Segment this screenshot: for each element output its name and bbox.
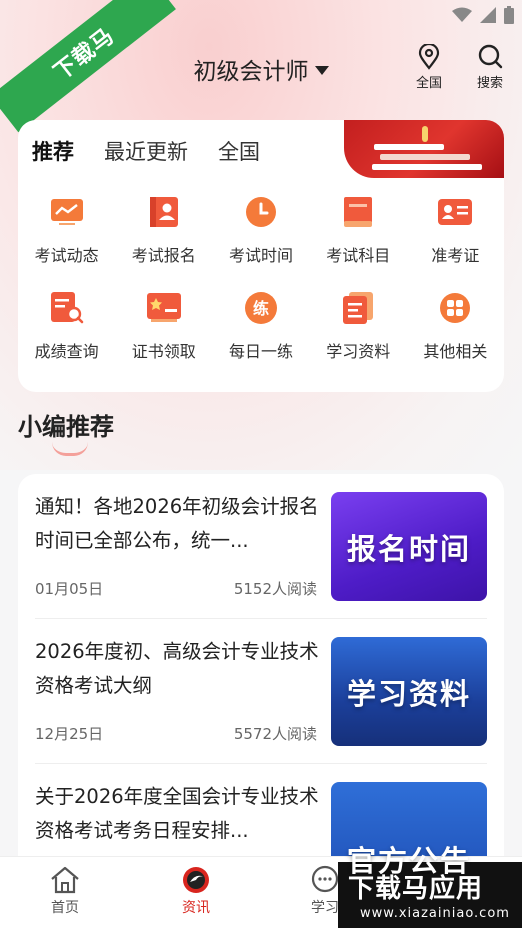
tab-recommend[interactable]: 推荐 — [32, 136, 74, 166]
grid-item-certificate[interactable]: 证书领取 — [115, 288, 212, 362]
news-read-count: 5152人阅读 — [233, 580, 317, 598]
news-title: 通知！各地2026年初级会计报名时间已全部公布，统一... — [35, 495, 319, 552]
signal-icon — [480, 7, 496, 27]
news-eye-icon — [183, 867, 209, 893]
trend-chart-icon — [47, 192, 87, 232]
list-item[interactable]: 2026年度初、高级会计专业技术资格考试大纲 12月25日 5572人阅读 学习… — [18, 619, 504, 763]
page-title: 初级会计师 — [193, 59, 309, 85]
certificate-icon — [144, 288, 184, 328]
grid-item-exam-subjects[interactable]: 考试科目 — [310, 192, 407, 266]
grid-item-exam-registration[interactable]: 考试报名 — [115, 192, 212, 266]
grid-apps-icon — [435, 288, 475, 328]
news-title: 2026年度初、高级会计专业技术资格考试大纲 — [35, 640, 319, 697]
tab-recent-updates[interactable]: 最近更新 — [104, 136, 188, 166]
home-icon — [51, 866, 79, 894]
news-read-count: 5572人阅读 — [233, 725, 317, 743]
app-screen: 客服 下载马 初级会计师 全国 搜索 推荐 最近更新 全国 — [0, 0, 522, 928]
banner-image — [344, 120, 504, 178]
grid-item-admission-ticket[interactable]: 准考证 — [407, 192, 504, 266]
region-label: 全国 — [415, 76, 442, 91]
news-thumbnail: 学习资料 — [331, 637, 487, 746]
clock-icon — [241, 192, 281, 232]
score-search-icon — [47, 288, 87, 328]
location-pin-icon — [418, 44, 440, 70]
news-thumbnail: 官方公告 — [331, 782, 487, 874]
id-card-icon — [435, 192, 475, 232]
category-grid: 考试动态 考试报名 考试时间 考试科目 准考证 成绩查询 证书领取 练 每日一练… — [18, 192, 504, 362]
category-card: 推荐 最近更新 全国 考试动态 考试报名 考试时间 考试科目 准考证 成绩查询 … — [18, 120, 504, 392]
grid-item-other[interactable]: 其他相关 — [407, 288, 504, 362]
news-date: 01月05日 — [35, 580, 104, 598]
grid-item-score-query[interactable]: 成绩查询 — [18, 288, 115, 362]
nav-news[interactable]: 资讯 — [156, 865, 236, 917]
nav-home[interactable]: 首页 — [25, 865, 105, 917]
news-thumbnail: 报名时间 — [331, 492, 487, 601]
practice-icon: 练 — [241, 288, 281, 328]
search-icon — [478, 44, 503, 69]
battery-icon — [504, 6, 514, 28]
grid-item-exam-time[interactable]: 考试时间 — [212, 192, 309, 266]
grid-item-exam-news[interactable]: 考试动态 — [18, 192, 115, 266]
search-label: 搜索 — [476, 76, 503, 91]
list-item[interactable]: 通知！各地2026年初级会计报名时间已全部公布，统一... 01月05日 515… — [18, 474, 504, 618]
news-date: 12月25日 — [35, 725, 104, 743]
documents-icon — [338, 288, 378, 328]
news-list: 通知！各地2026年初级会计报名时间已全部公布，统一... 01月05日 515… — [18, 474, 504, 874]
chat-bubble-icon — [311, 865, 339, 893]
section-title: 小编推荐 — [18, 413, 114, 441]
book-icon — [338, 192, 378, 232]
registration-icon — [144, 192, 184, 232]
status-bar — [452, 6, 514, 28]
tab-national[interactable]: 全国 — [218, 136, 260, 166]
search-button[interactable]: 搜索 — [465, 44, 515, 91]
svg-text:练: 练 — [253, 299, 269, 318]
caret-down-icon — [314, 66, 329, 75]
region-button[interactable]: 全国 — [404, 44, 454, 91]
tab-bar: 推荐 最近更新 全国 — [32, 136, 260, 166]
wifi-icon — [452, 7, 472, 27]
grid-item-daily-practice[interactable]: 练 每日一练 — [212, 288, 309, 362]
grid-item-study-materials[interactable]: 学习资料 — [310, 288, 407, 362]
news-title: 关于2026年度全国会计专业技术资格考试考务日程安排... — [35, 785, 319, 842]
